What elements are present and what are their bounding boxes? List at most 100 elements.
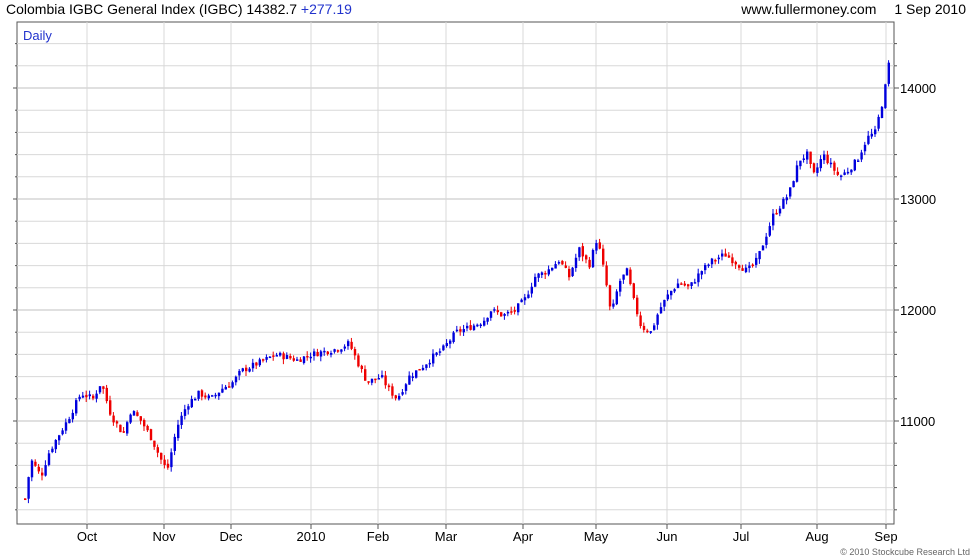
candle-body	[109, 400, 112, 415]
candle-body	[758, 251, 761, 260]
candle-body	[309, 356, 312, 359]
candle-body	[659, 307, 663, 314]
candle-body	[782, 198, 785, 209]
candle-body	[469, 325, 472, 330]
candle-body	[262, 359, 265, 361]
candle-body	[598, 242, 601, 249]
candle-body	[863, 144, 867, 152]
candle-body	[442, 345, 445, 351]
candle-body	[670, 290, 673, 296]
candle-body	[466, 325, 469, 329]
candle-body	[364, 369, 367, 381]
candle-body	[602, 248, 605, 265]
candle-body	[122, 431, 125, 433]
candle-body	[877, 116, 880, 129]
candle-body	[221, 388, 224, 393]
candle-body	[571, 267, 574, 277]
candle-body	[884, 84, 887, 108]
candle-body	[785, 197, 788, 201]
candle-body	[697, 273, 700, 283]
candle-body	[717, 257, 720, 260]
candle-body	[75, 400, 78, 414]
candle-body	[228, 386, 231, 388]
candle-body	[666, 294, 669, 300]
candle-body	[510, 311, 513, 313]
candle-body	[183, 409, 187, 416]
candle-body	[136, 412, 139, 416]
candle-body	[812, 163, 816, 173]
candle-body	[58, 435, 61, 441]
period-label: Daily	[23, 28, 52, 43]
candle-body	[143, 420, 146, 427]
candle-body	[160, 452, 163, 460]
candle-body	[200, 390, 204, 397]
candle-body	[360, 365, 363, 370]
candle-body	[493, 309, 496, 311]
candle-body	[809, 151, 812, 164]
candle-body	[540, 272, 544, 275]
candle-body	[530, 286, 533, 294]
candle-body	[816, 167, 819, 173]
candle-body	[370, 378, 374, 383]
candle-body	[846, 171, 850, 174]
candle-body	[64, 422, 68, 431]
candle-body	[714, 259, 717, 262]
candle-body	[880, 106, 884, 119]
candle-body	[415, 370, 418, 378]
x-tick-label: Mar	[435, 529, 458, 544]
candle-body	[748, 265, 751, 269]
candle-body	[568, 268, 571, 278]
plot-area	[16, 21, 895, 525]
candle-body	[71, 412, 74, 420]
candle-body	[622, 274, 625, 280]
candle-body	[343, 346, 346, 349]
candle-body	[139, 416, 142, 421]
candle-body	[258, 359, 261, 366]
x-tick-label: Oct	[77, 529, 98, 544]
candle-body	[639, 315, 642, 327]
candle-body	[874, 129, 877, 135]
candle-body	[241, 368, 244, 372]
candle-body	[452, 332, 455, 343]
candle-body	[476, 324, 479, 327]
candle-body	[350, 341, 353, 349]
candle-body	[517, 303, 520, 313]
candle-body	[180, 415, 183, 426]
candle-body	[313, 351, 316, 357]
x-tick-label: 2010	[297, 529, 326, 544]
candle-body	[727, 255, 731, 258]
candle-body	[615, 291, 618, 305]
candle-body	[115, 421, 119, 424]
candle-body	[731, 257, 734, 264]
candle-body	[557, 262, 561, 264]
candle-body	[149, 429, 153, 441]
candle-body	[445, 343, 448, 347]
candle-body	[173, 436, 176, 451]
candle-body	[245, 367, 248, 372]
candle-body	[377, 378, 380, 380]
candle-body	[710, 258, 714, 265]
candle-body	[608, 285, 612, 307]
candle-body	[275, 355, 278, 357]
candle-body	[153, 440, 156, 447]
candle-body	[289, 355, 292, 359]
candle-body	[61, 430, 64, 435]
candle-body	[323, 350, 326, 353]
candle-body	[826, 154, 829, 164]
candle-body	[384, 375, 387, 386]
candle-body	[629, 269, 632, 285]
candle-body	[680, 283, 683, 285]
x-tick-label: Sep	[874, 529, 897, 544]
candle-body	[676, 283, 680, 289]
y-tick-label: 13000	[900, 192, 936, 207]
candle-body	[163, 459, 166, 466]
candle-body	[619, 280, 622, 292]
candle-body	[850, 169, 853, 173]
candle-body	[503, 313, 506, 316]
candle-body	[401, 392, 404, 395]
candle-body	[612, 303, 615, 307]
candle-body	[34, 461, 37, 466]
candle-body	[88, 394, 91, 397]
candle-body	[190, 399, 193, 408]
candle-body	[836, 171, 839, 175]
